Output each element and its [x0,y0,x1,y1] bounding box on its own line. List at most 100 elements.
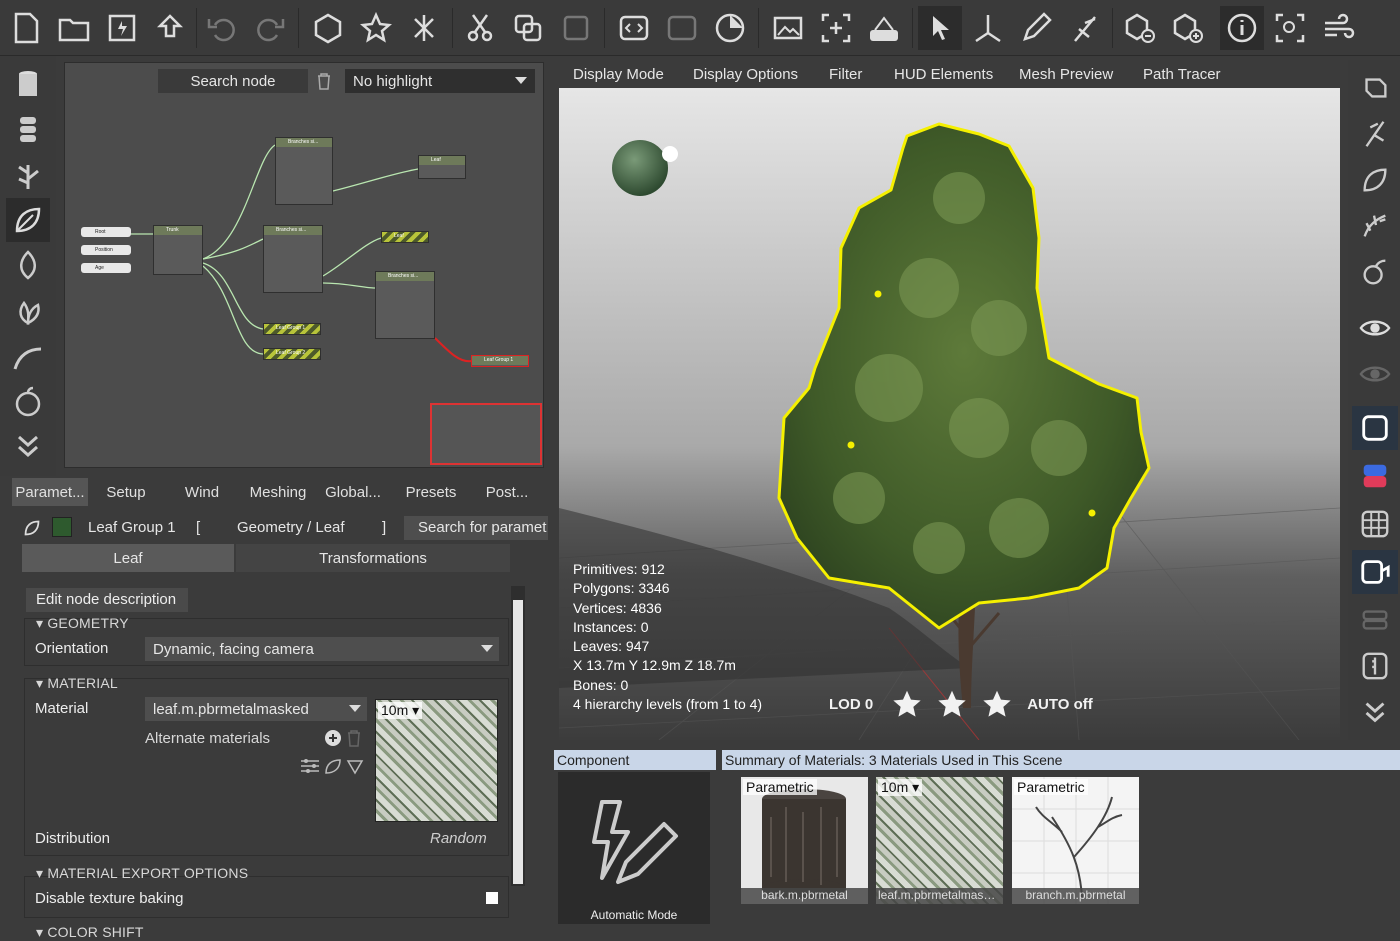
lod-star-icon[interactable] [936,689,968,719]
edit-node-description-button[interactable]: Edit node description [26,588,188,612]
tab-meshing[interactable]: Meshing [244,478,312,506]
lod-auto-toggle[interactable]: AUTO off [1027,696,1093,713]
segments-node-icon[interactable] [6,108,50,152]
menu-hud-elements[interactable]: HUD Elements [894,60,993,88]
tab-setup[interactable]: Setup [92,478,160,506]
tab-post[interactable]: Post... [472,478,542,506]
trunk-node-icon[interactable] [6,62,50,106]
undo-icon[interactable] [200,6,244,50]
more-chevrons-icon[interactable] [1352,690,1398,734]
material-ball-icon[interactable] [708,6,752,50]
group-icon[interactable] [612,6,656,50]
save-icon[interactable] [100,6,144,50]
stack-icon[interactable] [1352,598,1398,642]
graph-node-leaf-2[interactable]: Leaf [381,231,429,243]
scrollbar-thumb[interactable] [513,600,523,884]
graph-node-age[interactable]: Age [81,263,131,273]
tab-wind[interactable]: Wind [168,478,236,506]
gallery-icon[interactable] [766,6,810,50]
parameter-search-input[interactable]: Search for paramet [404,516,548,540]
material-size-tag[interactable]: 10m ▾ [878,779,923,796]
tab-parameters[interactable]: Paramet... [12,478,88,506]
add-circle-icon[interactable] [324,729,342,752]
more-chevrons-icon[interactable] [6,424,50,468]
favorite-star-icon[interactable] [354,6,398,50]
subtab-leaf[interactable]: Leaf [22,544,234,572]
wireframe-toggle-icon[interactable] [1352,406,1398,450]
cut-icon[interactable] [458,6,502,50]
distribution-value[interactable]: Random [430,830,487,847]
model-cube-icon[interactable] [306,6,350,50]
export-icon[interactable] [148,6,192,50]
menu-path-tracer[interactable]: Path Tracer [1143,60,1221,88]
graph-node-leaf-1[interactable]: Leaf [418,155,466,179]
snapshot-icon[interactable] [814,6,858,50]
graph-node-leaf-group-selected[interactable]: Leaf Group 1 [471,355,529,367]
ungroup-icon[interactable] [660,6,704,50]
branch-visibility-icon[interactable] [1352,112,1398,156]
frame-selection-icon[interactable] [1268,6,1312,50]
graph-node-branches-2[interactable]: Branches si... [263,225,323,293]
graph-node-leaf-group-2[interactable]: Leaf Group 2 [263,348,321,360]
ruler-icon[interactable] [1352,644,1398,688]
leaf-visibility-icon[interactable] [1352,158,1398,202]
camera-icon[interactable] [1352,550,1398,594]
lod-star-icon[interactable] [891,689,923,719]
redo-icon[interactable] [248,6,292,50]
leaf-assign-icon[interactable] [324,757,342,780]
lod-star-icon[interactable] [981,689,1013,719]
collision-icon[interactable] [1352,66,1398,110]
material-thumbnail[interactable]: 10m ▾ [375,699,498,822]
menu-display-options[interactable]: Display Options [693,60,798,88]
grid-icon[interactable] [1352,502,1398,546]
color-layers-icon[interactable] [1352,454,1398,498]
prune-icon[interactable] [1062,6,1106,50]
open-folder-icon[interactable] [52,6,96,50]
panel-scrollbar[interactable] [511,586,525,886]
tab-presets[interactable]: Presets [396,478,466,506]
remove-mesh-icon[interactable] [1118,6,1162,50]
trash-icon[interactable] [347,729,361,752]
copy-icon[interactable] [506,6,550,50]
material-section-title[interactable]: ▾ MATERIAL [36,675,118,692]
pencil-draw-icon[interactable] [1014,6,1058,50]
frond-visibility-icon[interactable] [1352,204,1398,248]
lod-label[interactable]: LOD 0 [829,696,873,713]
add-mesh-icon[interactable] [1166,6,1210,50]
render-icon[interactable] [862,6,906,50]
cap-node-icon[interactable] [6,336,50,380]
disable-baking-checkbox[interactable] [486,892,498,904]
generate-icon[interactable] [402,6,446,50]
menu-display-mode[interactable]: Display Mode [573,60,664,88]
eye-disabled-icon[interactable] [1352,352,1398,396]
graph-node-branches-3[interactable]: Branches si... [375,271,435,339]
tab-global[interactable]: Global... [318,478,388,506]
select-arrow-icon[interactable] [918,6,962,50]
info-icon[interactable] [1220,6,1264,50]
subtab-transformations[interactable]: Transformations [236,544,510,572]
node-graph[interactable]: Search node No highlight Root Position A… [64,62,544,468]
wind-icon[interactable] [1316,6,1360,50]
graph-node-root[interactable]: Root [81,227,131,237]
sliders-icon[interactable] [300,757,320,780]
graph-node-position[interactable]: Position [81,245,131,255]
material-card-branch[interactable]: Parametric branch.m.pbrmetal [1012,777,1139,904]
leaf-cluster-node-icon[interactable] [6,290,50,334]
geometry-section-title[interactable]: ▾ GEOMETRY [36,615,129,632]
material-dropdown[interactable]: leaf.m.pbrmetalmasked [145,697,367,721]
material-card-bark[interactable]: Parametric bark.m.pbrmetal [741,777,868,904]
fruit-visibility-icon[interactable] [1352,250,1398,294]
fruit-node-icon[interactable] [6,380,50,424]
3d-viewport[interactable]: Primitives: 912 Polygons: 3346 Vertices:… [559,88,1340,740]
orientation-dropdown[interactable]: Dynamic, facing camera [145,637,499,661]
apply-material-icon[interactable] [346,757,364,780]
paste-icon[interactable] [554,6,598,50]
thumbnail-size-tag[interactable]: 10m ▾ [378,702,423,719]
transform-gizmo-icon[interactable] [966,6,1010,50]
menu-mesh-preview[interactable]: Mesh Preview [1019,60,1113,88]
material-export-section-title[interactable]: ▾ MATERIAL EXPORT OPTIONS [36,865,248,882]
graph-node-trunk[interactable]: Trunk [153,225,203,275]
graph-node-leaf-group-1[interactable]: Leaf Group 1 [263,323,321,335]
graph-node-branches-1[interactable]: Branches si... [275,137,333,205]
component-card[interactable]: Automatic Mode [558,772,710,924]
